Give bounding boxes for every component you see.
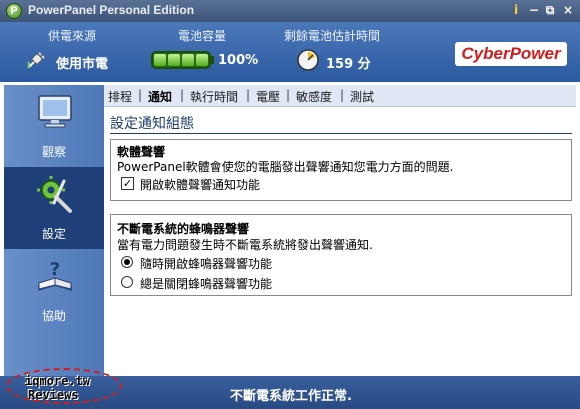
watermark-reviews: Reviews — [28, 388, 79, 402]
tools-icon — [37, 176, 72, 213]
tab-separator: | — [246, 88, 251, 102]
timer-gauge-icon — [297, 49, 319, 71]
software-beep-checkbox[interactable]: ✓ — [121, 177, 134, 190]
sidebar-item-label: 協助 — [41, 309, 66, 323]
battery-cell — [168, 54, 180, 66]
title-divider — [110, 133, 572, 134]
tab-separator: | — [180, 88, 185, 102]
tab-voltage[interactable]: 電壓 — [256, 88, 280, 105]
cyberpower-logo: CyberPower — [455, 42, 567, 66]
tab-runtime[interactable]: 執行時間 — [190, 88, 238, 105]
help-book-icon: ? — [38, 259, 72, 291]
battery-tip — [211, 56, 214, 64]
tab-notification[interactable]: 通知 — [148, 88, 172, 105]
minimize-button[interactable]: − — [526, 3, 542, 19]
battery-cell — [154, 54, 166, 66]
software-beep-checkbox-label[interactable]: 開啟軟體聲響通知功能 — [140, 176, 260, 193]
runtime-value: 159 分 — [326, 57, 371, 72]
sidebar-item-label: 觀察 — [41, 145, 66, 159]
ups-beeper-group: 不斷電系統的蜂鳴器聲響 當有電力問題發生時不斷電系統將發出聲響通知. 隨時開啟蜂… — [110, 214, 572, 296]
tab-test[interactable]: 測試 — [350, 88, 374, 105]
power-source-label: 供電來源 — [48, 29, 97, 43]
ups-beeper-title: 不斷電系統的蜂鳴器聲響 — [117, 222, 250, 236]
ups-status-message: 不斷電系統工作正常. — [230, 389, 352, 404]
software-beep-group: 軟體聲響 PowerPanel軟體會使您的電腦發出聲響通知您電力方面的問題. ✓… — [110, 139, 572, 201]
sidebar-item-help[interactable]: ? 協助 — [4, 249, 104, 331]
info-icon[interactable]: i — [508, 3, 524, 19]
tab-separator: | — [286, 88, 291, 102]
runtime-label: 剩餘電池估計時間 — [284, 29, 381, 43]
battery-icon — [151, 51, 211, 69]
svg-text:?: ? — [50, 259, 60, 280]
beeper-always-on-radio[interactable] — [121, 256, 133, 268]
beeper-always-off-label[interactable]: 總是關閉蜂鳴器聲響功能 — [140, 275, 272, 292]
status-header: 供電來源 使用市電 電池容量 100% 剩餘電池估計時間 159 分 Cyber… — [0, 22, 580, 82]
window-title: PowerPanel Personal Edition — [28, 3, 195, 17]
battery-cell — [196, 54, 208, 66]
tab-schedule[interactable]: 排程 — [108, 88, 132, 105]
title-bar: P PowerPanel Personal Edition i − ⧉ × — [0, 0, 580, 22]
software-beep-description: PowerPanel軟體會使您的電腦發出聲響通知您電力方面的問題. — [117, 160, 454, 174]
power-plug-icon — [27, 52, 45, 69]
tab-sensitivity[interactable]: 敏感度 — [296, 88, 332, 105]
ups-beeper-description: 當有電力問題發生時不斷電系統將發出聲響通知. — [117, 238, 373, 252]
sidebar: 觀察 設定 ? 協助 — [4, 85, 104, 376]
monitor-icon — [38, 95, 72, 128]
battery-label: 電池容量 — [178, 29, 227, 43]
sidebar-item-settings[interactable]: 設定 — [4, 167, 104, 249]
sidebar-item-label: 設定 — [41, 227, 66, 241]
tab-separator: | — [340, 88, 345, 102]
tab-separator: | — [138, 88, 143, 102]
beeper-always-off-radio[interactable] — [121, 276, 133, 288]
power-source-value: 使用市電 — [56, 57, 109, 72]
app-logo-icon: P — [6, 3, 22, 19]
battery-value: 100% — [218, 53, 259, 68]
close-button[interactable]: × — [560, 3, 576, 19]
sidebar-item-observe[interactable]: 觀察 — [4, 85, 104, 167]
battery-cell — [182, 54, 194, 66]
main-content: 設定通知組態 軟體聲響 PowerPanel軟體會使您的電腦發出聲響通知您電力方… — [104, 107, 576, 376]
restore-button[interactable]: ⧉ — [542, 3, 558, 19]
page-title: 設定通知組態 — [110, 116, 194, 132]
tab-strip: 排程 | 通知 | 執行時間 | 電壓 | 敏感度 | 測試 — [104, 85, 576, 107]
beeper-always-on-label[interactable]: 隨時開啟蜂鳴器聲響功能 — [140, 255, 272, 272]
watermark-site: iqmore.tw — [25, 374, 91, 388]
